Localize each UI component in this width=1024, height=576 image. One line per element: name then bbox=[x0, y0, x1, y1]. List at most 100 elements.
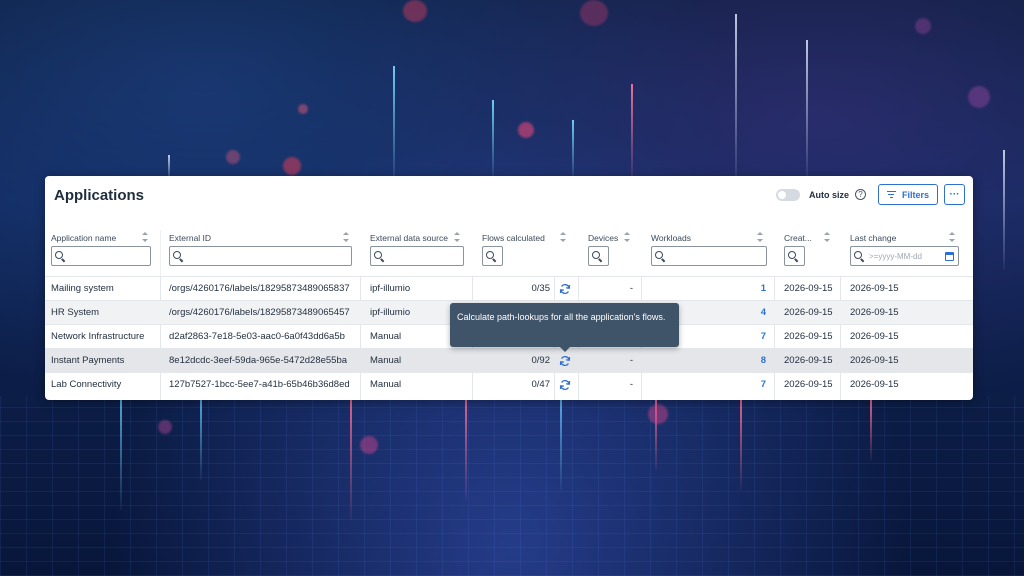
calculate-tooltip: Calculate path-lookups for all the appli… bbox=[450, 303, 679, 352]
workloads-filter-input[interactable] bbox=[651, 246, 767, 266]
column-header-external-data-source[interactable]: External data source bbox=[364, 230, 471, 276]
cell-application-name: Lab Connectivity bbox=[51, 379, 122, 390]
light-streak bbox=[740, 400, 742, 490]
page-title: Applications bbox=[54, 187, 145, 204]
bokeh-light bbox=[915, 18, 931, 34]
cell-last-change: 2026-09-15 bbox=[850, 307, 899, 318]
light-streak bbox=[870, 400, 872, 460]
bokeh-light bbox=[226, 150, 240, 164]
sort-arrows-icon[interactable] bbox=[949, 232, 956, 242]
cell-created: 2026-09-15 bbox=[784, 283, 833, 294]
cell-external-data-source: ipf-illumio bbox=[370, 283, 411, 294]
light-streak bbox=[120, 400, 122, 510]
magnifier-icon bbox=[173, 250, 184, 262]
column-label: Application name bbox=[51, 233, 117, 243]
cell-flows-calculated: 0/47 bbox=[531, 379, 551, 390]
light-streak bbox=[1003, 150, 1005, 270]
tooltip-arrow bbox=[560, 347, 570, 352]
light-streak bbox=[560, 400, 562, 490]
flows-calculated-filter-input[interactable] bbox=[482, 246, 503, 266]
bokeh-light bbox=[283, 157, 301, 175]
light-streak bbox=[631, 84, 633, 184]
table-row[interactable]: Instant Payments 8e12dcdc-3eef-59da-965e… bbox=[45, 348, 973, 372]
workloads-count-link[interactable]: 7 bbox=[645, 373, 766, 397]
bokeh-light bbox=[648, 404, 668, 424]
question-circle-icon[interactable]: ? bbox=[854, 189, 866, 200]
filter-lines-icon bbox=[886, 191, 896, 198]
bokeh-light bbox=[403, 0, 427, 22]
calendar-icon[interactable] bbox=[945, 252, 954, 261]
cell-flows-calculated: 0/92 bbox=[531, 355, 551, 366]
cell-application-name: Network Infrastructure bbox=[51, 331, 145, 342]
bokeh-light bbox=[360, 436, 378, 454]
column-label: Flows calculated bbox=[482, 233, 545, 243]
cell-external-id: 8e12dcdc-3eef-59da-965e-5472d28e55ba bbox=[169, 355, 348, 366]
external-data-source-filter-input[interactable] bbox=[370, 246, 464, 266]
cell-external-data-source: Manual bbox=[370, 379, 402, 390]
sort-arrows-icon[interactable] bbox=[142, 232, 149, 242]
column-label: Devices bbox=[588, 233, 619, 243]
column-header-external-id[interactable]: External ID bbox=[163, 230, 359, 276]
last-change-placeholder: >=yyyy-MM-dd bbox=[869, 251, 922, 261]
auto-size-label: Auto size bbox=[808, 189, 849, 200]
sort-arrows-icon[interactable] bbox=[624, 232, 631, 242]
table-row[interactable]: Mailing system /orgs/4260176/labels/1829… bbox=[45, 276, 973, 300]
table-row[interactable]: Lab Connectivity 127b7527-1bcc-5ee7-a41b… bbox=[45, 372, 973, 396]
workloads-count-link[interactable]: 1 bbox=[645, 277, 766, 301]
cell-created: 2026-09-15 bbox=[784, 331, 833, 342]
created-filter-input[interactable] bbox=[784, 246, 805, 266]
cell-created: 2026-09-15 bbox=[784, 355, 833, 366]
sort-arrows-icon[interactable] bbox=[343, 232, 350, 242]
cell-external-id: d2af2863-7e18-5e03-aac0-6a0f43dd6a5b bbox=[169, 331, 345, 342]
bokeh-light bbox=[518, 122, 534, 138]
more-options-button[interactable]: ··· bbox=[944, 184, 965, 205]
light-streak bbox=[735, 14, 737, 184]
external-id-filter-input[interactable] bbox=[169, 246, 352, 266]
sort-arrows-icon[interactable] bbox=[757, 232, 764, 242]
auto-size-toggle[interactable] bbox=[775, 188, 800, 201]
cell-last-change: 2026-09-15 bbox=[850, 331, 899, 342]
filters-button[interactable]: Filters bbox=[877, 184, 938, 205]
column-label: Creat... bbox=[784, 233, 812, 243]
cell-external-data-source: Manual bbox=[370, 355, 402, 366]
sort-arrows-icon[interactable] bbox=[560, 232, 567, 242]
column-header-last-change[interactable]: Last change >=yyyy-MM-dd bbox=[844, 230, 966, 276]
magnifier-icon bbox=[788, 250, 799, 262]
light-streak bbox=[350, 400, 352, 520]
cell-created: 2026-09-15 bbox=[784, 307, 833, 318]
magnifier-icon bbox=[55, 250, 66, 262]
filters-button-label: Filters bbox=[901, 189, 929, 200]
column-label: Last change bbox=[850, 233, 897, 243]
sort-arrows-icon[interactable] bbox=[824, 232, 831, 242]
column-label: External ID bbox=[169, 233, 212, 243]
cell-devices: - bbox=[629, 379, 633, 390]
refresh-icon[interactable] bbox=[559, 355, 571, 367]
column-header-workloads[interactable]: Workloads bbox=[645, 230, 771, 276]
column-header-flows-calculated[interactable]: Flows calculated bbox=[476, 230, 572, 276]
devices-filter-input[interactable] bbox=[588, 246, 609, 266]
cell-flows-calculated: 0/35 bbox=[531, 283, 551, 294]
cell-application-name: Instant Payments bbox=[51, 355, 125, 366]
refresh-icon[interactable] bbox=[559, 283, 571, 295]
light-streak bbox=[492, 100, 494, 180]
column-header-application-name[interactable]: Application name bbox=[45, 230, 160, 276]
magnifier-icon bbox=[854, 250, 865, 262]
refresh-icon[interactable] bbox=[559, 379, 571, 391]
column-header-created[interactable]: Creat... bbox=[778, 230, 838, 276]
light-streak bbox=[393, 66, 395, 186]
column-divider bbox=[160, 230, 161, 276]
cell-application-name: Mailing system bbox=[51, 283, 114, 294]
bokeh-light bbox=[298, 104, 308, 114]
cell-created: 2026-09-15 bbox=[784, 379, 833, 390]
workloads-count-link[interactable]: 8 bbox=[645, 349, 766, 373]
application-name-filter-input[interactable] bbox=[51, 246, 151, 266]
light-streak bbox=[465, 400, 467, 500]
light-streak bbox=[572, 120, 574, 180]
sort-arrows-icon[interactable] bbox=[454, 232, 461, 242]
last-change-filter-input[interactable]: >=yyyy-MM-dd bbox=[850, 246, 959, 266]
cell-external-id: /orgs/4260176/labels/18295873489065837 bbox=[169, 283, 350, 294]
cell-devices: - bbox=[629, 283, 633, 294]
tooltip-text: Calculate path-lookups for all the appli… bbox=[457, 312, 666, 322]
column-header-devices[interactable]: Devices bbox=[582, 230, 639, 276]
cell-devices: - bbox=[629, 355, 633, 366]
